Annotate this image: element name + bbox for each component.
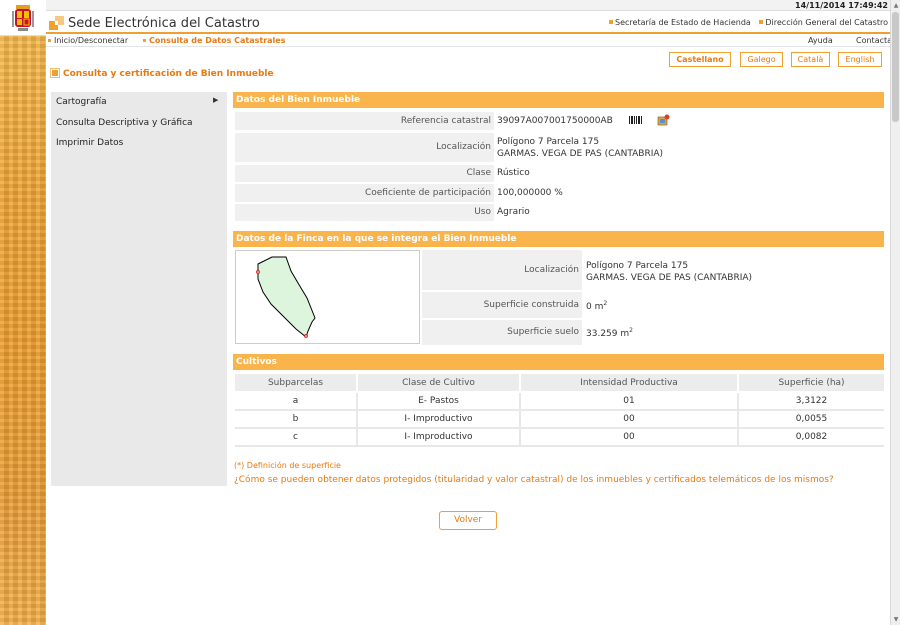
value-uso: Agrario	[497, 207, 530, 217]
nav-inicio-desconectar[interactable]: Inicio/Desconectar	[48, 35, 128, 46]
label-uso: Uso	[235, 204, 494, 221]
heading-bullet-icon	[50, 68, 60, 78]
spain-coat-of-arms-logo	[0, 0, 46, 36]
scroll-up-icon[interactable]: ▲	[892, 1, 900, 10]
cell-superficie: 3,3122	[738, 392, 884, 411]
nav-ayuda[interactable]: Ayuda	[808, 35, 833, 46]
cell-superficie: 0,0082	[738, 428, 884, 447]
link-direccion-catastro[interactable]: Dirección General del Catastro	[765, 18, 888, 27]
value-localizacion-line2: GARMAS. VEGA DE PAS (CANTABRIA)	[497, 149, 664, 159]
cell-clase: I- Improductivo	[357, 428, 521, 447]
table-row: c I- Improductivo 00 0,0082	[235, 428, 884, 447]
section-header-finca: Datos de la Finca en la que se integra e…	[233, 231, 884, 247]
label-localizacion: Localización	[235, 133, 494, 162]
col-superficie: Superficie (ha)	[738, 374, 884, 393]
cell-subparcela: b	[235, 410, 358, 429]
cell-clase: I- Improductivo	[357, 410, 521, 429]
sidemenu-cartografia[interactable]: Cartografía	[56, 97, 107, 107]
vertical-scrollbar[interactable]: ▲ ▼	[890, 0, 900, 625]
label-finca-localizacion: Localización	[422, 250, 582, 290]
faq-datos-protegidos-link[interactable]: ¿Cómo se pueden obtener datos protegidos…	[234, 475, 834, 485]
cell-superficie: 0,0055	[738, 410, 884, 429]
barcode-icon[interactable]	[629, 115, 643, 125]
value-referencia: 39097A007001750000AB	[497, 116, 613, 126]
table-row: b I- Improductivo 00 0,0055	[235, 410, 884, 429]
top-nav: Inicio/Desconectar Consulta de Datos Cat…	[46, 35, 895, 47]
parcel-shape	[256, 256, 316, 338]
catastro-logo-icon	[49, 16, 64, 30]
decorative-side-strip	[0, 0, 46, 625]
cell-intensidad: 00	[520, 428, 739, 447]
section-header-bien: Datos del Bien Inmueble	[233, 92, 884, 108]
lang-catala-button[interactable]: Català	[791, 52, 830, 67]
cell-subparcela: a	[235, 392, 358, 411]
lang-english-button[interactable]: English	[838, 52, 882, 67]
value-superficie-suelo: 33.259 m2	[586, 327, 633, 339]
value-localizacion-line1: Polígono 7 Parcela 175	[497, 137, 600, 147]
value-clase: Rústico	[497, 168, 530, 178]
value-finca-localizacion-line2: GARMAS. VEGA DE PAS (CANTABRIA)	[586, 273, 753, 283]
col-intensidad: Intensidad Productiva	[520, 374, 739, 393]
lang-galego-button[interactable]: Galego	[740, 52, 783, 67]
lang-castellano-button[interactable]: Castellano	[669, 52, 731, 67]
parcel-map[interactable]	[235, 250, 420, 344]
superficie-definition-link[interactable]: (*) Definición de superficie	[234, 461, 341, 470]
label-superficie-construida: Superficie construida	[422, 292, 582, 318]
table-row: a E- Pastos 01 3,3122	[235, 392, 884, 411]
cultivos-table: Subparcelas Clase de Cultivo Intensidad …	[235, 374, 884, 447]
sidemenu-consulta-descriptiva[interactable]: Consulta Descriptiva y Gráfica	[56, 118, 193, 128]
value-superficie-construida: 0 m2	[586, 300, 608, 312]
col-subparcelas: Subparcelas	[235, 374, 358, 393]
label-coeficiente: Coeficiente de participación	[235, 184, 494, 202]
scroll-thumb[interactable]	[892, 12, 899, 122]
nav-consulta-datos[interactable]: Consulta de Datos Catastrales	[143, 35, 285, 46]
page-heading: Consulta y certificación de Bien Inmuebl…	[50, 68, 274, 79]
value-coeficiente: 100,000000 %	[497, 188, 563, 198]
label-clase: Clase	[235, 165, 494, 182]
col-clase-cultivo: Clase de Cultivo	[357, 374, 521, 393]
map-locate-icon[interactable]	[657, 114, 670, 126]
scroll-down-icon[interactable]: ▼	[892, 615, 900, 624]
cell-intensidad: 00	[520, 410, 739, 429]
site-title: Sede Electrónica del Catastro	[68, 16, 260, 31]
label-referencia: Referencia catastral	[235, 112, 494, 130]
label-superficie-suelo: Superficie suelo	[422, 320, 582, 345]
side-menu: Cartografía ▶ Consulta Descriptiva y Grá…	[51, 92, 227, 486]
site-header: Sede Electrónica del Catastro Secretaría…	[46, 12, 890, 34]
cell-intensidad: 01	[520, 392, 739, 411]
section-header-cultivos: Cultivos	[233, 354, 884, 370]
value-finca-localizacion-line1: Polígono 7 Parcela 175	[586, 261, 689, 271]
table-header-row: Subparcelas Clase de Cultivo Intensidad …	[235, 374, 884, 393]
chevron-right-icon: ▶	[213, 96, 219, 104]
header-links: Secretaría de Estado de Hacienda Direcci…	[603, 18, 888, 27]
cell-clase: E- Pastos	[357, 392, 521, 411]
link-secretaria-hacienda[interactable]: Secretaría de Estado de Hacienda	[615, 18, 751, 27]
datetime-display: 14/11/2014 17:49:42	[46, 0, 890, 11]
cell-subparcela: c	[235, 428, 358, 447]
sidemenu-imprimir-datos[interactable]: Imprimir Datos	[56, 138, 123, 148]
volver-button[interactable]: Volver	[439, 511, 497, 530]
